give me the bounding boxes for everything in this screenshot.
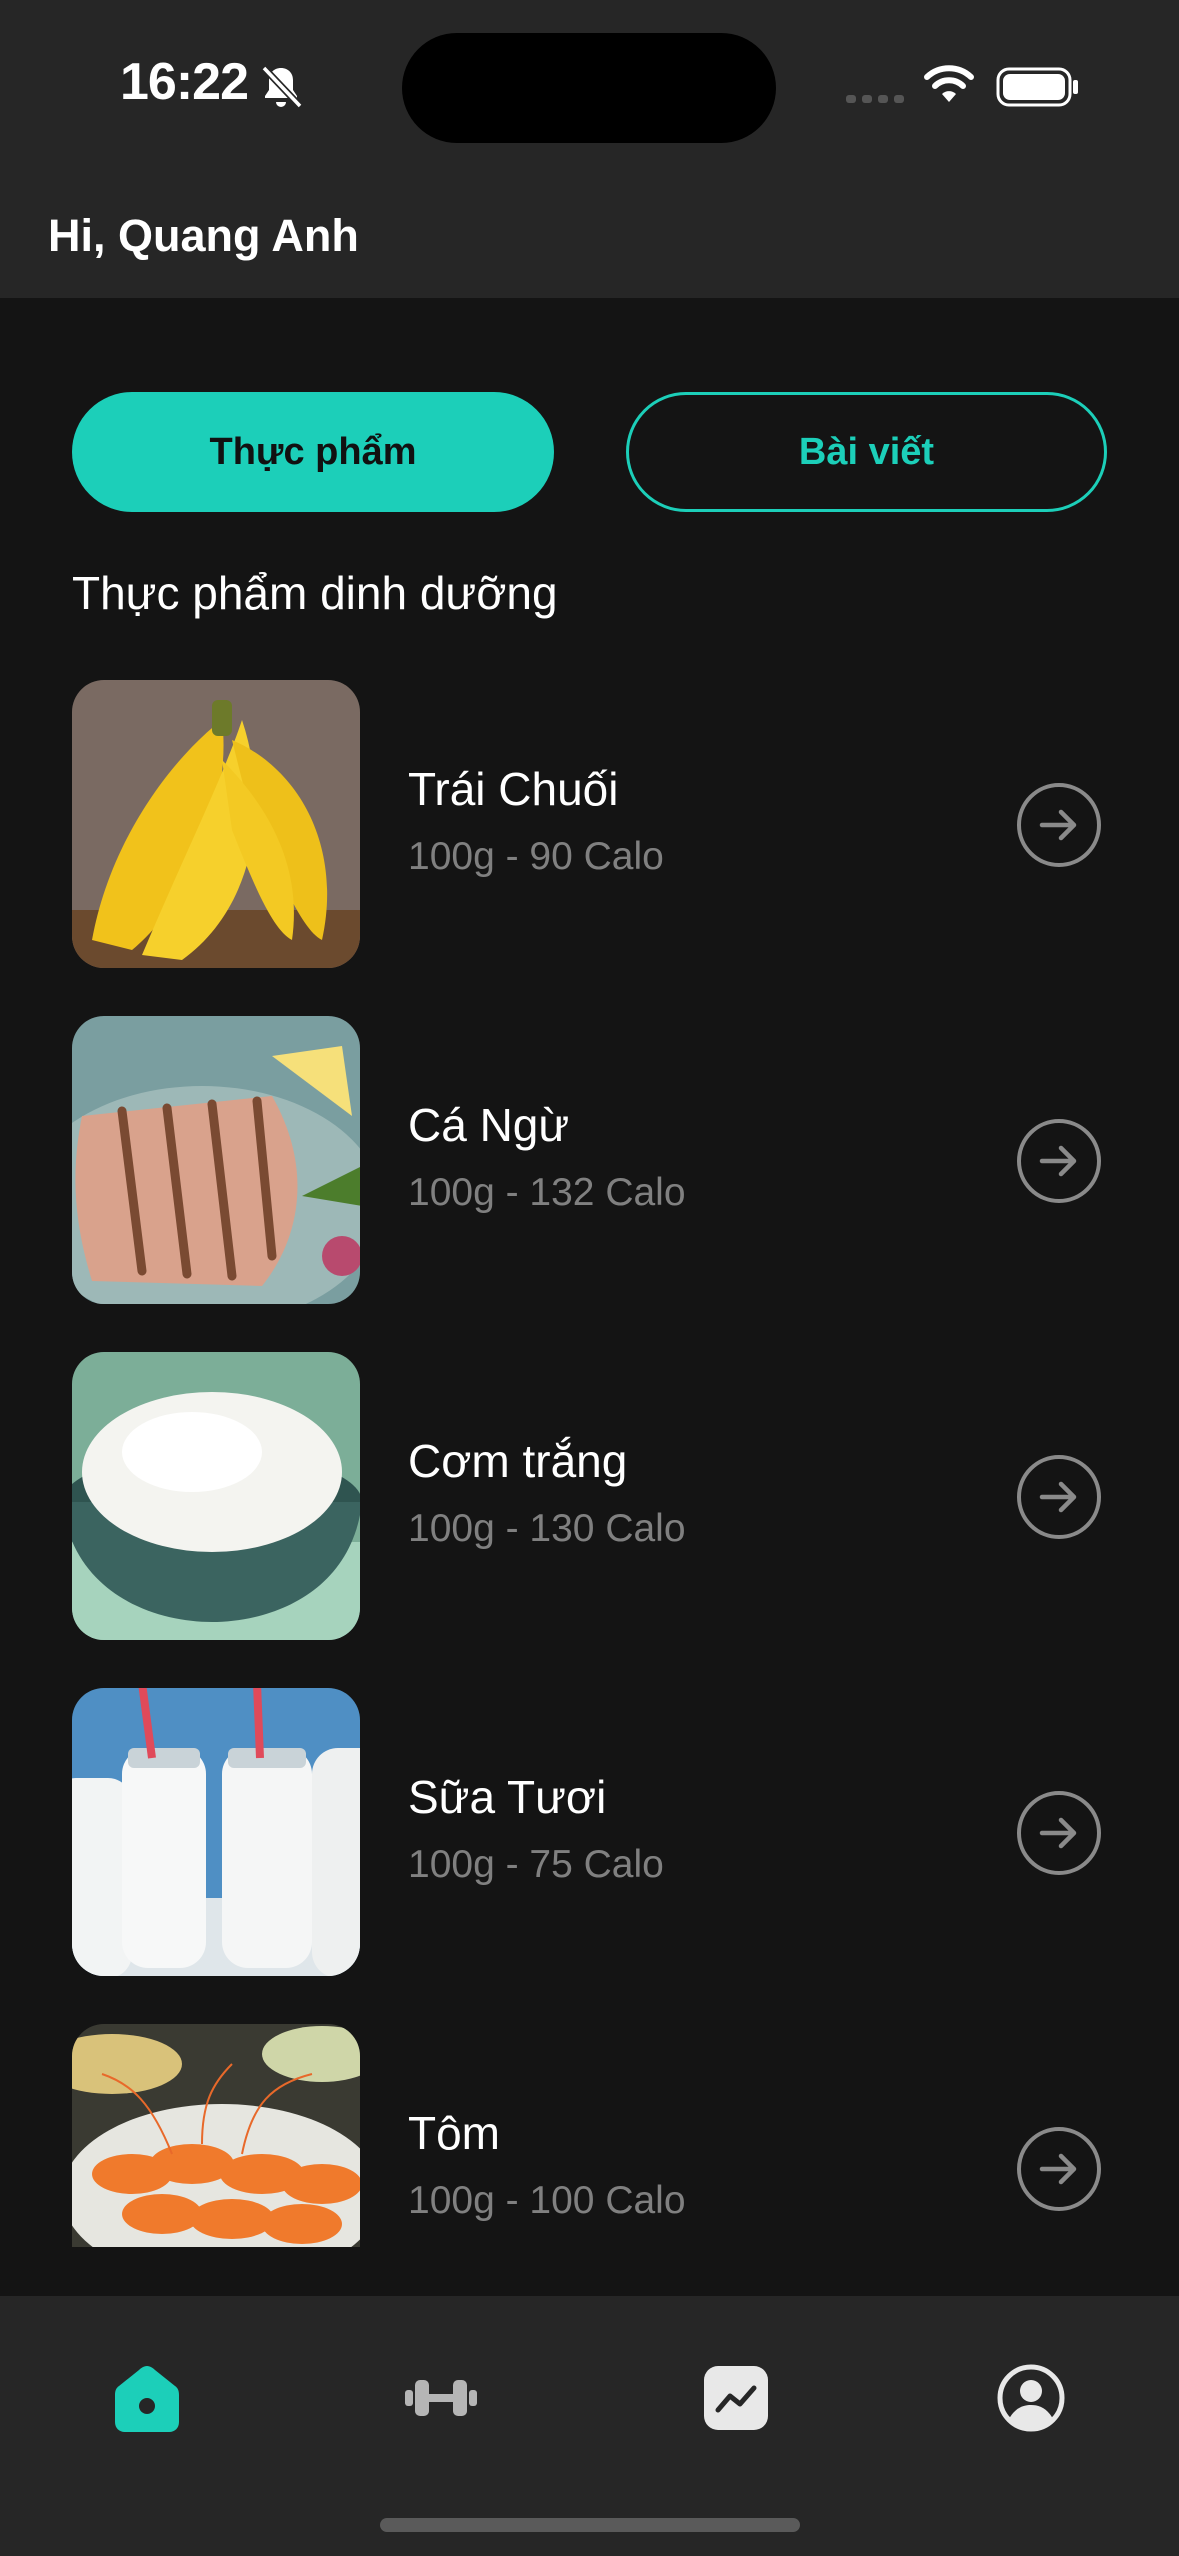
- food-name: Tôm: [408, 2107, 500, 2159]
- food-name: Cơm trắng: [408, 1435, 628, 1487]
- food-calories: 100g - 132 Calo: [408, 1171, 686, 1214]
- food-image-grilled-tuna: [72, 1016, 360, 1304]
- arrow-right-circle-icon[interactable]: [1016, 2126, 1102, 2212]
- food-image-banana: [72, 680, 360, 968]
- app-header: Hi, Quang Anh: [0, 180, 1179, 298]
- wifi-icon: [924, 65, 974, 102]
- bell-slash-icon: [261, 65, 303, 109]
- arrow-right-circle-icon[interactable]: [1016, 782, 1102, 868]
- tab-thuc-pham[interactable]: Thực phẩm: [72, 392, 554, 512]
- section-title: Thực phẩm dinh dưỡng: [72, 567, 558, 619]
- cellular-signal-icon: [846, 95, 904, 103]
- food-name: Cá Ngừ: [408, 1099, 570, 1151]
- dumbbell-icon[interactable]: [401, 2358, 481, 2438]
- food-item-trai-chuoi[interactable]: Trái Chuối 100g - 90 Calo: [0, 680, 1179, 968]
- greeting-text: Hi, Quang Anh: [48, 210, 359, 261]
- food-calories: 100g - 100 Calo: [408, 2179, 686, 2222]
- home-indicator: [380, 2518, 800, 2532]
- home-icon[interactable]: [107, 2358, 187, 2438]
- arrow-right-circle-icon[interactable]: [1016, 1790, 1102, 1876]
- food-name: Trái Chuối: [408, 763, 619, 815]
- food-item-tom[interactable]: Tôm 100g - 100 Calo: [0, 2024, 1179, 2247]
- status-time: 16:22: [120, 53, 249, 111]
- food-list: Trái Chuối 100g - 90 Calo Cá Ngừ 100g - …: [0, 680, 1179, 2247]
- food-image-shrimp: [72, 2024, 360, 2247]
- food-calories: 100g - 90 Calo: [408, 835, 664, 878]
- arrow-right-circle-icon[interactable]: [1016, 1454, 1102, 1540]
- battery-icon: [996, 67, 1078, 107]
- food-calories: 100g - 130 Calo: [408, 1507, 686, 1550]
- food-item-sua-tuoi[interactable]: Sữa Tươi 100g - 75 Calo: [0, 1688, 1179, 1976]
- food-name: Sữa Tươi: [408, 1771, 607, 1823]
- tab-bai-viet[interactable]: Bài viết: [626, 392, 1107, 512]
- bottom-nav: [0, 2296, 1179, 2556]
- chart-icon[interactable]: [696, 2358, 776, 2438]
- dynamic-island: [402, 33, 776, 143]
- food-image-milk-bottles: [72, 1688, 360, 1976]
- food-item-com-trang[interactable]: Cơm trắng 100g - 130 Calo: [0, 1352, 1179, 1640]
- food-calories: 100g - 75 Calo: [408, 1843, 664, 1886]
- food-image-white-rice: [72, 1352, 360, 1640]
- arrow-right-circle-icon[interactable]: [1016, 1118, 1102, 1204]
- profile-icon[interactable]: [991, 2358, 1071, 2438]
- food-item-ca-ngu[interactable]: Cá Ngừ 100g - 132 Calo: [0, 1016, 1179, 1304]
- status-bar: 16:22: [0, 0, 1179, 180]
